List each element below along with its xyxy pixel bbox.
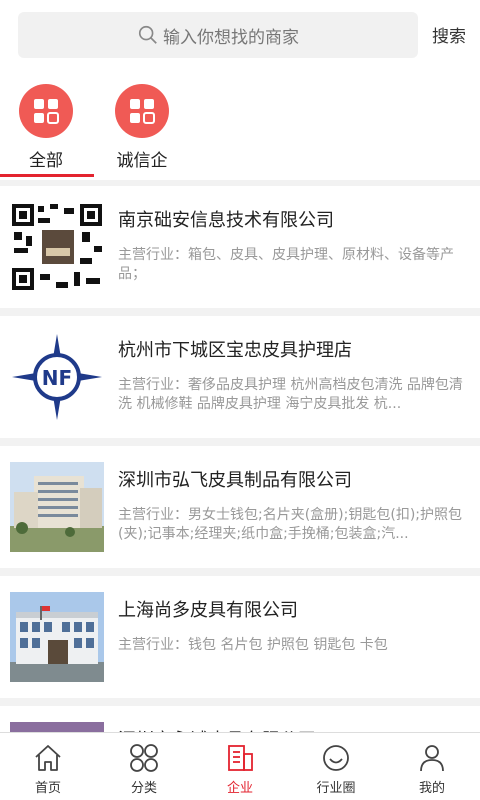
company-name: 深圳市弘飞皮具制品有限公司 [118,470,352,491]
company-industry: 主营行业：钱包 名片包 护照包 钥匙包 卡包 [118,637,388,653]
search-icon [138,25,157,44]
company-list: 南京础安信息技术有限公司 主营行业：箱包、皮具、皮具护理、原材料、设备等产品； … [0,186,480,800]
tab-home[interactable]: 首页 [0,733,96,800]
smile-icon [323,745,349,771]
company-card[interactable]: 深圳市弘飞皮具制品有限公司 主营行业：男女士钱包;名片夹(盒册);钥匙包(扣);… [0,446,480,568]
search-placeholder: 输入你想找的商家 [163,27,299,48]
company-name: 杭州市下城区宝忠皮具护理店 [118,340,352,361]
factory-photo-thumbnail [10,462,104,552]
building-photo-thumbnail [10,592,104,682]
tab-category[interactable]: 分类 [96,733,192,800]
active-category-indicator [0,174,94,177]
tab-label: 首页 [34,781,61,796]
company-card[interactable]: 上海尚多皮具有限公司 主营行业：钱包 名片包 护照包 钥匙包 卡包 [0,576,480,698]
company-name: 上海尚多皮具有限公司 [118,600,298,621]
category-label: 诚信企 [116,151,168,171]
tab-industry-circle[interactable]: 行业圈 [288,733,384,800]
tab-label: 分类 [130,781,157,796]
grid-icon [115,84,169,138]
svg-text:NF: NF [42,366,72,390]
company-industry: 主营行业：男女士钱包;名片夹(盒册);钥匙包(扣);护照包(夹);记事本;经理夹… [118,507,462,542]
tab-enterprise[interactable]: 企业 [192,733,288,800]
category-label: 全部 [29,151,63,171]
tab-mine[interactable]: 我的 [384,733,480,800]
search-button[interactable]: 搜索 [432,22,466,47]
grid-icon [19,84,73,138]
company-name: 南京础安信息技术有限公司 [118,210,334,231]
home-icon [35,745,61,771]
qr-code-thumbnail [10,202,104,292]
enterprise-icon [228,745,253,771]
company-card[interactable]: 南京础安信息技术有限公司 主营行业：箱包、皮具、皮具护理、原材料、设备等产品； [0,186,480,308]
user-icon [420,745,444,772]
search-input[interactable]: 输入你想找的商家 [18,12,418,58]
tab-label: 我的 [418,781,445,796]
nf-logo-thumbnail: NF [10,332,104,422]
category-bar: 全部 诚信企 [0,70,480,180]
bottom-tab-bar: 首页 分类 企业 行业圈 我的 [0,732,480,800]
tab-label: 企业 [226,781,253,796]
category-icon [130,744,158,772]
top-bar: 输入你想找的商家 搜索 [0,0,480,70]
tab-label: 行业圈 [316,781,356,796]
company-industry: 主营行业：奢侈品皮具护理 杭州高档皮包清洗 品牌包清洗 机械修鞋 品牌皮具护理 … [118,377,463,412]
category-all[interactable]: 全部 [6,84,86,171]
company-card[interactable]: NF 杭州市下城区宝忠皮具护理店 主营行业：奢侈品皮具护理 杭州高档皮包清洗 品… [0,316,480,438]
company-industry: 主营行业：箱包、皮具、皮具护理、原材料、设备等产品； [118,247,454,282]
category-credit[interactable]: 诚信企 [102,84,182,171]
